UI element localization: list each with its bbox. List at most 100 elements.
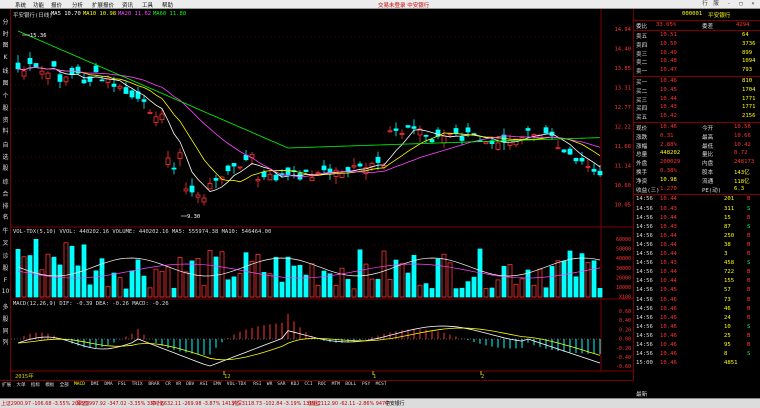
bid-price[interactable]: 10.46 [660, 78, 677, 84]
left-nav-kline-char[interactable]: 线 [1, 66, 10, 75]
minimize-button[interactable]: - [724, 1, 734, 8]
index-status-item[interactable]: 创业2112.90 -62.11 -2.86% 947亿 [308, 400, 390, 407]
indicator-tab[interactable]: VR [176, 382, 182, 387]
indicator-tab[interactable]: SAR [277, 382, 285, 387]
indicator-tab[interactable]: DMI [91, 382, 99, 387]
macd-axis-label: 0.60 [619, 309, 631, 315]
trade-status-ticker[interactable]: 交易未登录 中安银行 [378, 1, 429, 9]
indicator-tab[interactable]: WR [267, 382, 273, 387]
ask-price[interactable]: 10.47 [660, 67, 677, 73]
left-nav-watchlist-char[interactable]: 自 [1, 140, 10, 149]
candle-body [99, 79, 105, 82]
bid-price[interactable]: 10.45 [660, 87, 677, 93]
left-nav-diagnose-char[interactable]: 诊 [1, 251, 10, 260]
menu-system[interactable]: 系统 [15, 1, 26, 9]
indicator-tab[interactable]: 大单 [16, 382, 25, 388]
macd-axis-label: -0.20 [616, 346, 631, 352]
left-nav-watchlist-char[interactable]: 选 [1, 152, 10, 161]
indicator-tab[interactable]: FSL [118, 382, 126, 387]
maximize-button[interactable]: □ [736, 1, 746, 8]
indicator-tab[interactable]: VOL-TDX [227, 382, 246, 387]
left-nav-niucha-char[interactable]: 叉 [1, 238, 10, 247]
left-nav-kline-char[interactable]: 图 [1, 78, 10, 87]
index-status-item[interactable]: 沪深3118.73 -102.84 -3.19% 1319亿 [232, 400, 320, 407]
menu-quote[interactable]: 报价 [51, 1, 62, 9]
tick-volume: 95 [724, 342, 731, 348]
indicator-tab[interactable]: BRAR [148, 382, 159, 387]
candle-body [579, 158, 585, 162]
indicator-tab[interactable]: PSY [362, 382, 370, 387]
ask-price[interactable]: 10.50 [660, 41, 677, 47]
indicator-tab[interactable]: OBV [186, 382, 194, 387]
left-nav-stock-info-char[interactable]: 个 [1, 91, 10, 100]
left-nav-watchlist-char[interactable]: 股 [1, 163, 10, 172]
quote-mode-button[interactable]: 行 [700, 1, 710, 8]
stat-label: 最低 [702, 143, 714, 150]
volume-axis-label: 10000 [616, 285, 631, 291]
left-nav-rank-char[interactable]: 排 [1, 201, 10, 210]
indicator-tab[interactable]: ROC [318, 382, 326, 387]
indicator-tab[interactable]: 全部 [60, 382, 69, 388]
indicator-tab[interactable]: KDJ [291, 382, 299, 387]
left-nav-f10-char[interactable]: F [1, 277, 10, 284]
indicator-tab[interactable]: 指标 [31, 382, 40, 388]
menu-function[interactable]: 功能 [33, 1, 44, 9]
candle-body [597, 170, 603, 176]
indicator-tab[interactable]: TRIX [132, 382, 143, 387]
left-nav-rank-char[interactable]: 合 [1, 189, 10, 198]
left-nav-rank-char[interactable]: 综 [1, 177, 10, 186]
bid-price[interactable]: 10.43 [660, 104, 677, 110]
volume-bar [249, 260, 255, 298]
menu-tools[interactable]: 工具 [142, 1, 153, 9]
tick-footer-label[interactable]: 最新 [636, 390, 647, 398]
menu-analysis[interactable]: 分析 [72, 1, 83, 9]
indicator-tab[interactable]: CR [165, 382, 171, 387]
indicator-tab[interactable]: DMA [104, 382, 112, 387]
menu-help[interactable]: 帮助 [162, 1, 173, 9]
left-nav-intraday-char[interactable]: 时 [1, 29, 10, 38]
left-nav-f10-char[interactable]: 10 [1, 288, 10, 295]
indicator-tab[interactable]: EMV [213, 382, 221, 387]
candle-body [237, 166, 243, 169]
left-nav-rank-char[interactable]: 名 [1, 212, 10, 221]
bid-price[interactable]: 10.42 [660, 113, 677, 119]
indicator-tab[interactable]: ASI [200, 382, 208, 387]
indicator-tab[interactable]: 扩展 [2, 382, 11, 388]
kline-chart-canvas[interactable]: 14.94 14.40 13.85 13.31 12.77 12.22 11.68 11.14… [11, 9, 634, 380]
indicator-tab[interactable]: BOLL [345, 382, 356, 387]
left-nav-multi-stock-char[interactable]: 多 [1, 302, 10, 311]
index-status-item[interactable]: 中小6632.11 -269.98 -3.87% 1413亿 [151, 400, 239, 407]
tick-volume: 10 [724, 323, 731, 330]
close-button[interactable]: × [748, 1, 758, 8]
left-nav-kline-char[interactable]: K [1, 54, 10, 61]
left-nav-multi-stock-char[interactable]: 同 [1, 326, 10, 335]
left-nav-multi-stock-char[interactable]: 列 [1, 337, 10, 346]
left-nav-stock-info-char[interactable]: 股 [1, 103, 10, 112]
indicator-tab[interactable]: MCST [376, 382, 387, 387]
ask-volume: 793 [742, 67, 753, 74]
menu-news[interactable]: 资讯 [122, 1, 133, 9]
left-nav-multi-stock-char[interactable]: 股 [1, 314, 10, 323]
volume-bar [297, 264, 303, 298]
volume-bar [177, 257, 183, 298]
indicator-tab[interactable]: MACD [74, 382, 85, 387]
ask-price[interactable]: 10.49 [660, 50, 677, 56]
indicator-tab[interactable]: MTM [332, 382, 340, 387]
menu-ext-quote[interactable]: 扩展报价 [92, 1, 114, 9]
service-button[interactable]: 服 [711, 1, 721, 8]
ask-price[interactable]: 10.51 [660, 32, 677, 38]
left-nav-intraday-char[interactable]: 图 [1, 40, 10, 49]
left-nav-stock-info-char[interactable]: 料 [1, 126, 10, 135]
left-nav-diagnose-char[interactable]: 股 [1, 263, 10, 272]
indicator-tab[interactable]: 模板 [45, 382, 54, 388]
indicator-tab[interactable]: RSI [253, 382, 261, 387]
bid-price[interactable]: 10.44 [660, 96, 677, 102]
left-nav-stock-info-char[interactable]: 资 [1, 115, 10, 124]
index-status-item[interactable]: 中安银行 [385, 400, 405, 407]
left-nav-niucha-char[interactable]: 牛 [1, 226, 10, 235]
ask-price[interactable]: 10.48 [660, 58, 677, 64]
kline-chart-pane[interactable]: 14.94 14.40 13.85 13.31 12.77 12.22 11.68 11.14… [11, 9, 634, 380]
indicator-tab[interactable]: CCI [304, 382, 312, 387]
tick-time: 14:56 [636, 251, 653, 257]
left-nav-intraday-char[interactable]: 分 [1, 17, 10, 26]
